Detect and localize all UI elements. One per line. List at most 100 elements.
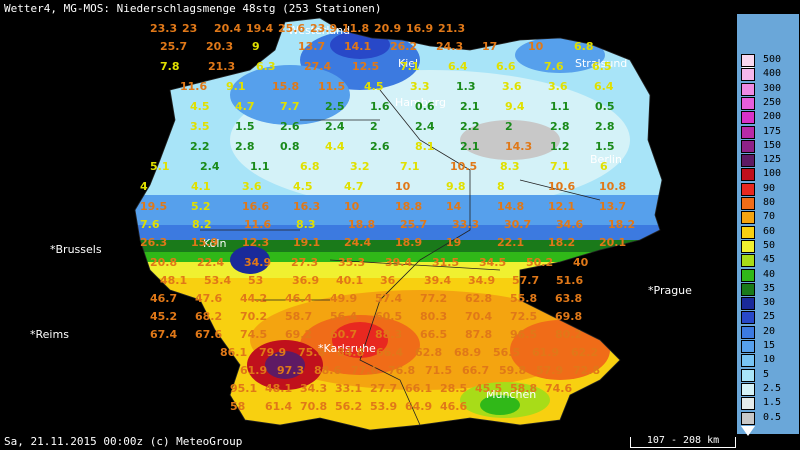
station-value: 66.1: [405, 382, 433, 395]
legend-swatch: [741, 254, 755, 268]
legend-item: 40: [741, 268, 795, 282]
station-value: 3.2: [350, 160, 370, 173]
weather-map-frame: Wetter4, MG-MOS: Niederschlagsmenge 48st…: [0, 0, 800, 450]
station-value: 0.8: [280, 140, 300, 153]
legend-label: 35: [763, 282, 776, 294]
station-value: 70.8: [300, 400, 328, 413]
station-value: 56.4: [330, 310, 358, 323]
station-value: 2.5: [325, 100, 345, 113]
station-value: 19: [446, 236, 462, 249]
station-value: 4.5: [190, 100, 210, 113]
legend-item: 500: [741, 54, 795, 67]
station-value: 70.2: [240, 310, 268, 323]
station-value: 2.8: [550, 120, 570, 133]
station-value: 60.7: [330, 328, 358, 341]
city-label: *Prague: [648, 284, 692, 297]
legend-down-arrow-icon: [741, 426, 755, 436]
station-value: 66.4: [376, 346, 404, 359]
station-value: 19.1: [293, 236, 321, 249]
legend-label: 40: [763, 268, 776, 280]
station-value: 11.6: [244, 218, 272, 231]
station-value: 96.5: [510, 328, 538, 341]
station-value: 63.8: [555, 292, 583, 305]
legend-swatch: [741, 297, 755, 311]
station-value: 59.8: [499, 364, 527, 377]
legend-swatch: [741, 268, 755, 282]
legend-label: 50: [763, 239, 776, 251]
station-value: 20.1: [599, 236, 627, 249]
station-value: 68.9: [454, 346, 482, 359]
legend-label: 5: [763, 368, 770, 380]
station-value: 11.5: [318, 80, 346, 93]
station-value: 27.7: [370, 382, 398, 395]
station-value: 9: [252, 40, 260, 53]
station-value: 1.1: [550, 100, 570, 113]
station-value: 46.6: [440, 400, 468, 413]
station-value: 60.5: [375, 310, 403, 323]
station-value: 40.1: [336, 274, 364, 287]
station-value: 2: [370, 120, 378, 133]
station-value: 2.1: [460, 140, 480, 153]
legend-label: 10: [763, 354, 776, 366]
station-value: 10.6: [548, 180, 576, 193]
station-value: 23.9: [310, 22, 338, 35]
station-value: 25.6: [278, 22, 306, 35]
station-value: 14.8: [497, 200, 525, 213]
station-value: 0.6: [415, 100, 435, 113]
station-value: 1.5: [235, 120, 255, 133]
legend-item: 80: [741, 197, 795, 210]
legend-label: 80: [763, 197, 776, 208]
legend-item: 200: [741, 111, 795, 125]
legend-item: 70: [741, 211, 795, 225]
station-value: 6.3: [256, 60, 276, 73]
station-value: 3.6: [548, 80, 568, 93]
station-value: 2.2: [190, 140, 210, 153]
station-value: 16.9: [406, 22, 434, 35]
station-value: 14.1: [344, 40, 372, 53]
scale-bar: 107 - 208 km: [630, 435, 736, 448]
legend-label: 0.5: [763, 411, 782, 423]
scale-bar-label: 107 - 208 km: [646, 435, 720, 446]
station-value: 77.2: [420, 292, 448, 305]
precipitation-legend: 500 400 300 250 200 175 150 125 100 90 80 70 60 50 45 4…: [737, 14, 799, 436]
legend-swatch: [741, 225, 755, 239]
map-title: Wetter4, MG-MOS: Niederschlagsmenge 48st…: [4, 2, 382, 15]
station-value: 56.5: [493, 346, 521, 359]
station-value: 3.5: [190, 120, 210, 133]
station-value: 4.7: [235, 100, 255, 113]
legend-item: 20: [741, 325, 795, 339]
legend-item: 25: [741, 311, 795, 325]
station-value: 3.6: [242, 180, 262, 193]
legend-item: 150: [741, 139, 795, 153]
station-value: 2.4: [200, 160, 220, 173]
station-value: 2: [505, 120, 513, 133]
station-value: 9.8: [446, 180, 466, 193]
station-value: 2.6: [370, 140, 390, 153]
legend-item: 1.5: [741, 397, 795, 411]
station-value: 31.5: [432, 256, 460, 269]
station-value: 3.6: [502, 80, 522, 93]
station-value: 45.5: [475, 382, 503, 395]
station-value: 62.8: [465, 292, 493, 305]
station-value: 49.9: [330, 292, 358, 305]
station-value: 79.9: [259, 346, 287, 359]
station-value: 35.3: [338, 256, 366, 269]
legend-item: 250: [741, 96, 795, 110]
station-value: 9.4: [505, 100, 525, 113]
station-value: 39.4: [424, 274, 452, 287]
station-value: 6.4: [594, 80, 614, 93]
station-value: 86.1: [220, 346, 248, 359]
station-value: 72.8: [573, 364, 601, 377]
station-value: 7.1: [550, 160, 570, 173]
station-value: 57.4: [375, 292, 403, 305]
legend-swatch: [741, 368, 755, 382]
station-value: 18.8: [348, 218, 376, 231]
station-value: 10.8: [599, 180, 627, 193]
station-value: 13.7: [599, 200, 627, 213]
station-value: 26.3: [140, 236, 168, 249]
station-value: 15.8: [272, 80, 300, 93]
station-value: 39.4: [385, 256, 413, 269]
legend-item: 125: [741, 154, 795, 168]
station-value: 70.4: [465, 310, 493, 323]
station-value: 97.3: [277, 364, 305, 377]
